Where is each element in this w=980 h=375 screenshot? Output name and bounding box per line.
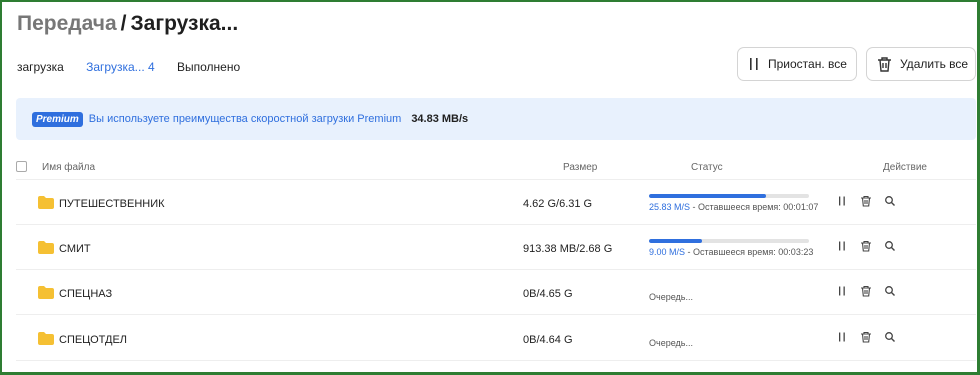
file-size: 0B/4.64 G [523,334,573,346]
table-header: Имя файла Размер Статус Действие [16,158,976,180]
delete-all-label: Удалить все [900,57,969,71]
download-speed: 9.00 M/S [649,247,686,257]
folder-icon [38,286,54,302]
tab-upload[interactable]: загрузка [17,60,64,74]
progress-bar [649,194,809,198]
trash-icon[interactable] [860,285,872,297]
progress-bar [649,239,809,243]
table-row[interactable]: СМИТ 913.38 MB/2.68 G 9.00 M/S - Оставшеес… [16,225,976,270]
trash-icon[interactable] [860,331,872,343]
column-action-header: Действие [883,162,927,173]
pause-icon[interactable] [836,240,848,252]
premium-banner-text[interactable]: Вы используете преимущества скоростной з… [89,113,402,125]
delete-all-button[interactable]: Удалить все [866,47,976,81]
row-actions [836,240,896,252]
file-size: 913.38 MB/2.68 G [523,243,613,255]
pause-icon[interactable] [836,331,848,343]
tab-completed[interactable]: Выполнено [177,60,240,74]
column-name-header: Имя файла [42,162,96,173]
pause-icon[interactable] [836,195,848,207]
search-icon[interactable] [884,195,896,207]
column-size-header: Размер [563,162,598,173]
search-icon[interactable] [884,331,896,343]
total-speed: 34.83 MB/s [411,113,469,125]
progress-fill [649,194,766,198]
premium-banner: Premium Вы используете преимущества скор… [16,98,976,140]
trash-icon [877,56,892,72]
file-name[interactable]: ПУТЕШЕСТВЕННИК [59,198,165,210]
search-icon[interactable] [884,285,896,297]
select-all-checkbox[interactable] [16,161,27,172]
column-status-header: Статус [691,162,723,173]
folder-icon [38,196,54,212]
progress-fill [649,239,702,243]
breadcrumb-parent[interactable]: Передача [17,12,117,35]
folder-icon [38,332,54,348]
breadcrumb-current: Загрузка... [130,12,239,35]
queued-status: Очередь... [649,292,693,302]
tab-bar: загрузка Загрузка... 4 Выполнено [17,60,259,74]
file-size: 0B/4.65 G [523,288,573,300]
remaining-time: - Оставшееся время: 00:03:23 [685,247,814,257]
row-actions [836,331,896,343]
file-name[interactable]: СПЕЦОТДЕЛ [59,334,127,346]
table-row[interactable]: ПУТЕШЕСТВЕННИК 4.62 G/6.31 G 25.83 M/S - О… [16,180,976,225]
trash-icon[interactable] [860,195,872,207]
download-status: 25.83 M/S - Оставшееся время: 00:01:07 [649,202,818,212]
pause-all-button[interactable]: Приостан. все [737,47,857,81]
search-icon[interactable] [884,240,896,252]
row-actions [836,285,896,297]
page-title: Передача / Загрузка... [17,12,238,36]
folder-icon [38,241,54,257]
table-row[interactable]: СПЕЦНАЗ 0B/4.65 G Очередь... [16,270,976,315]
queued-status: Очередь... [649,338,693,348]
file-name[interactable]: СПЕЦНАЗ [59,288,112,300]
row-actions [836,195,896,207]
remaining-time: - Оставшееся время: 00:01:07 [690,202,819,212]
file-size: 4.62 G/6.31 G [523,198,593,210]
pause-icon [748,57,760,71]
download-status: 9.00 M/S - Оставшееся время: 00:03:23 [649,247,813,257]
tab-downloading[interactable]: Загрузка... 4 [86,60,155,74]
premium-badge: Premium [32,111,83,127]
pause-icon[interactable] [836,285,848,297]
breadcrumb-separator: / [120,12,127,35]
pause-all-label: Приостан. все [768,57,847,71]
file-name[interactable]: СМИТ [59,243,91,255]
trash-icon[interactable] [860,240,872,252]
table-row[interactable]: СПЕЦОТДЕЛ 0B/4.64 G Очередь... [16,316,976,361]
download-speed: 25.83 M/S [649,202,691,212]
